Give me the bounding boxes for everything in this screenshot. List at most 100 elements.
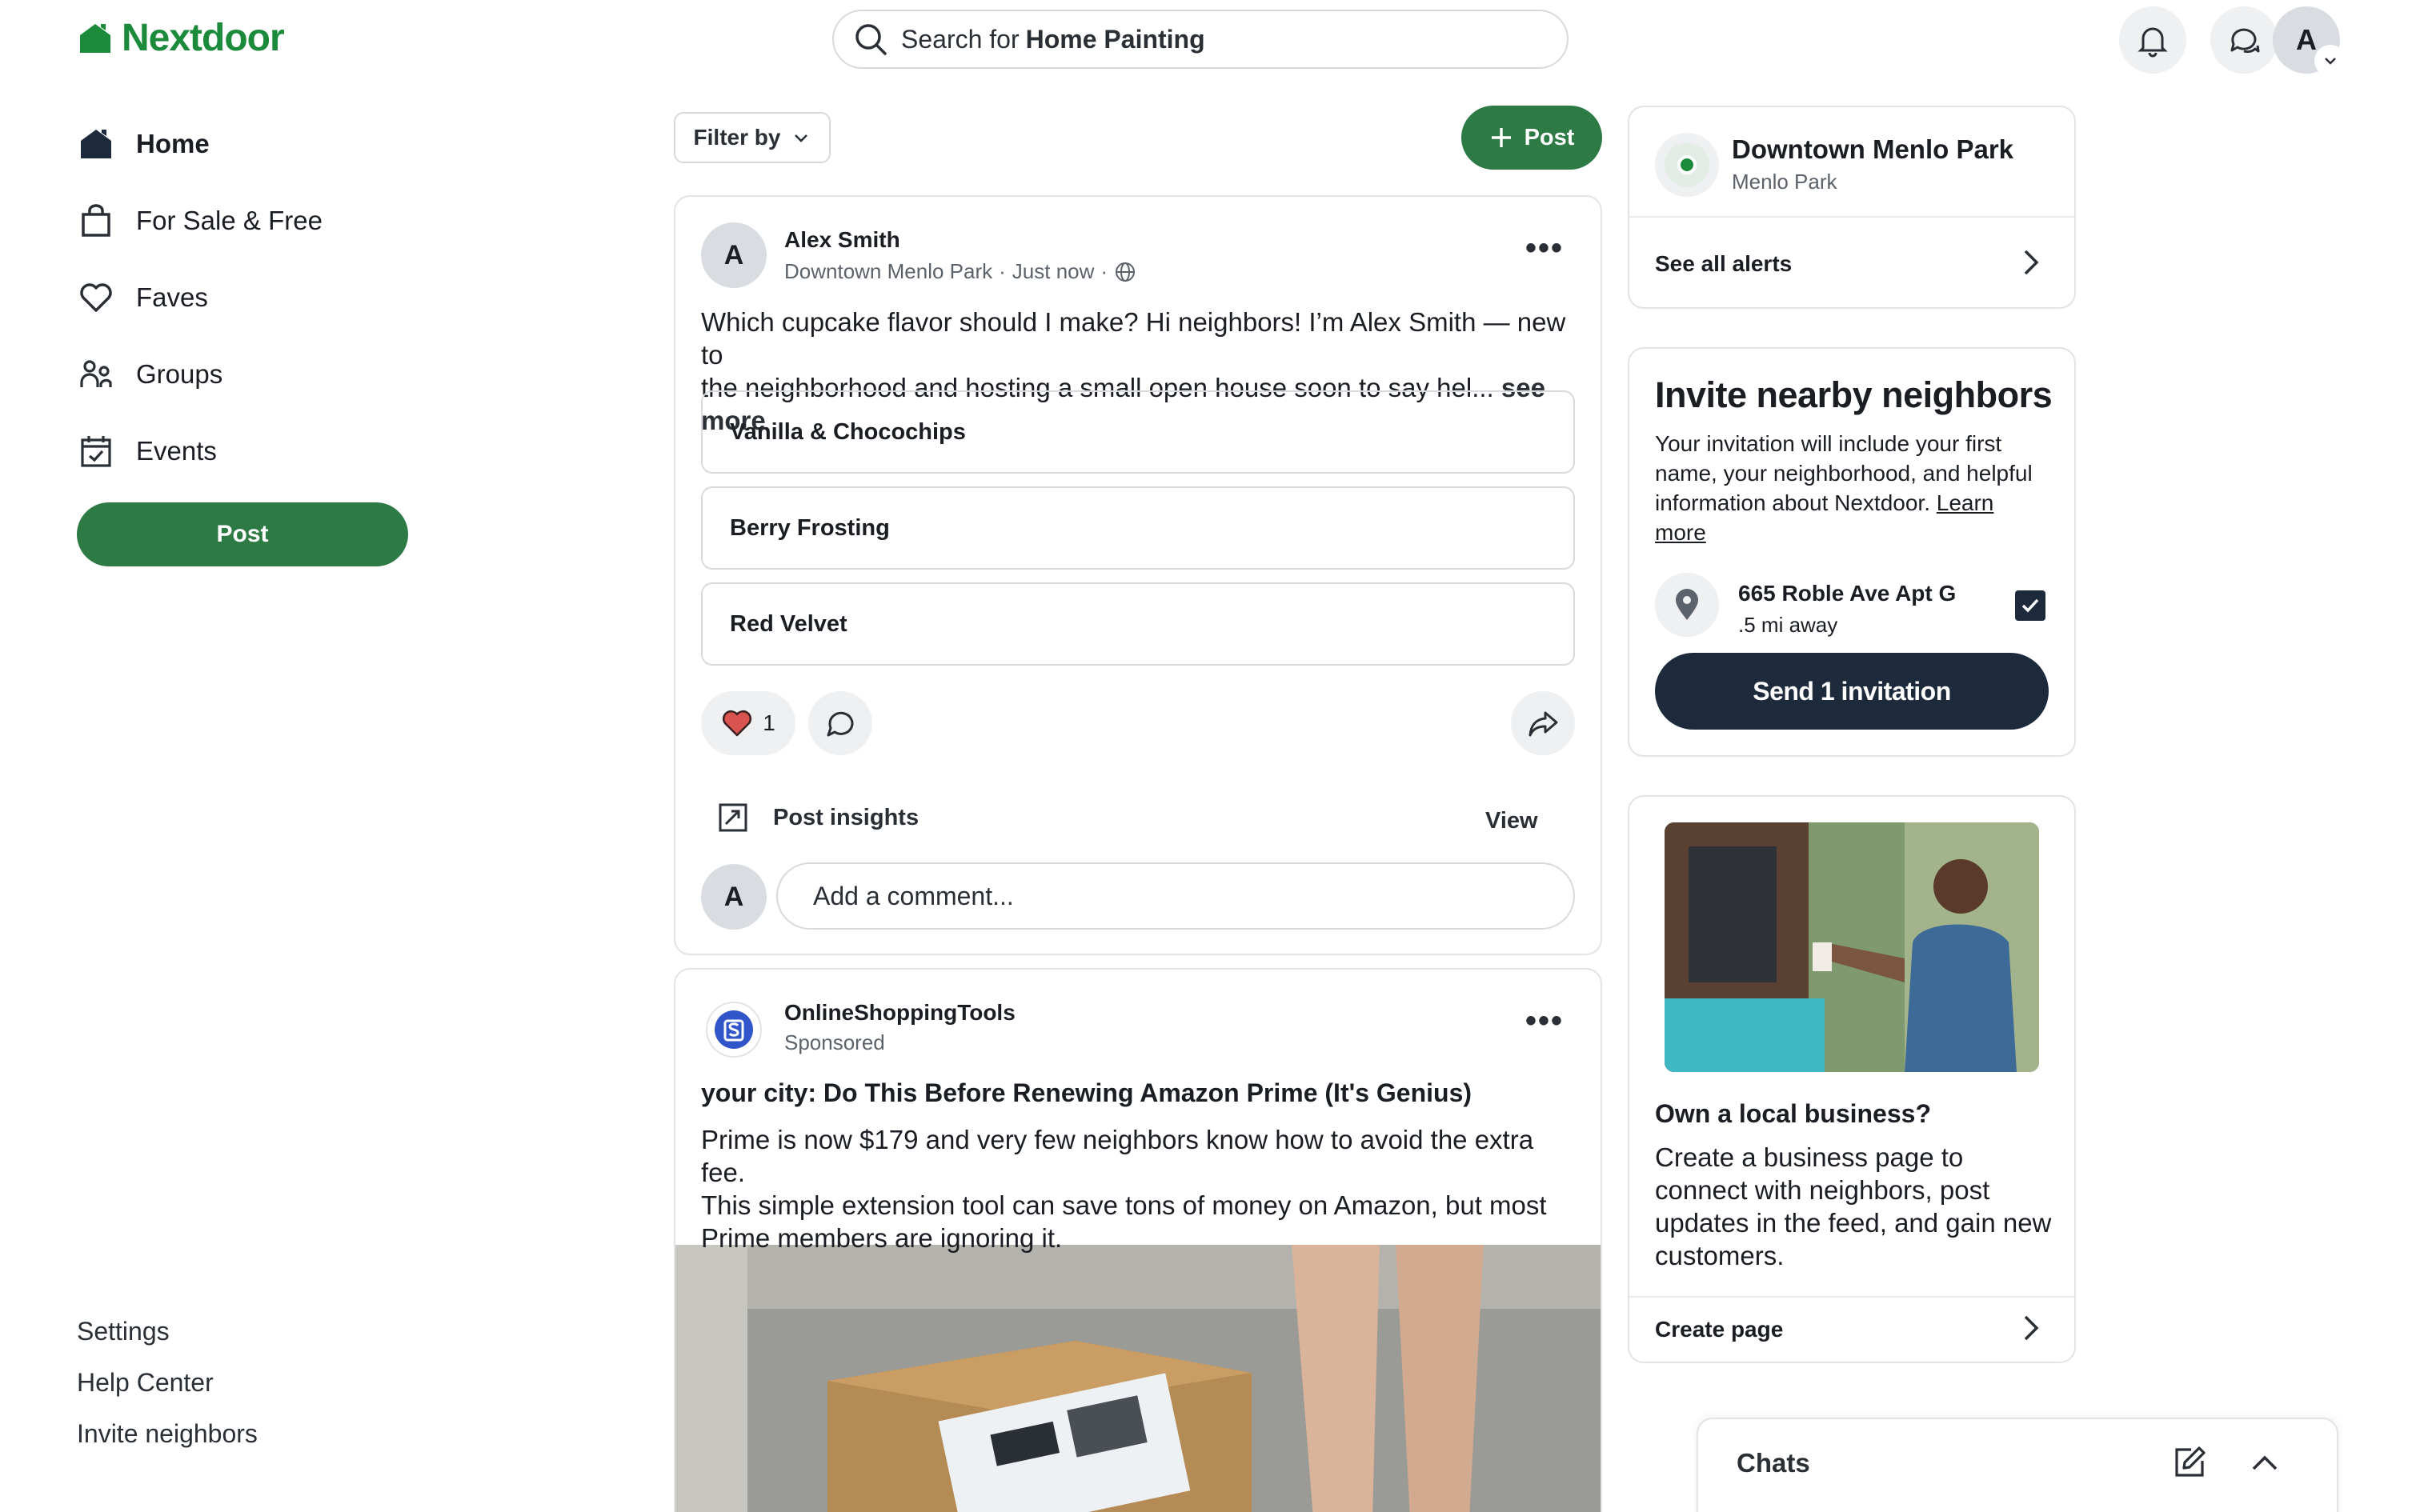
post-meta: Downtown Menlo Park · Just now · xyxy=(784,259,1136,284)
comment-avatar: A xyxy=(701,864,767,930)
search-icon xyxy=(853,22,888,57)
messages-button[interactable] xyxy=(2210,6,2278,74)
comment-input[interactable]: Add a comment... xyxy=(776,862,1575,930)
chevron-down-icon xyxy=(2322,53,2338,69)
location-map-icon xyxy=(1655,133,1719,197)
sponsored-label: Sponsored xyxy=(784,1030,885,1054)
poll-option[interactable]: Red Velvet xyxy=(701,582,1575,666)
help-center-link[interactable]: Help Center xyxy=(77,1368,214,1398)
more-horizontal-icon: ••• xyxy=(1525,1003,1565,1038)
chevron-right-icon[interactable] xyxy=(2018,246,2042,278)
sidebar-item-label: For Sale & Free xyxy=(136,206,323,235)
search-bar[interactable]: Search for Home Painting xyxy=(832,10,1569,69)
ad-image[interactable] xyxy=(675,1245,1601,1512)
post-label: Post xyxy=(1524,124,1575,150)
meta-separator: · xyxy=(1100,259,1108,283)
address-pin xyxy=(1655,573,1719,637)
neighbor-address: 665 Roble Ave Apt G xyxy=(1738,581,1957,606)
comment-icon xyxy=(823,706,857,740)
divider xyxy=(1629,1296,2074,1298)
heart-icon xyxy=(77,278,115,317)
avatar-initial: A xyxy=(723,881,744,912)
invite-checkbox[interactable] xyxy=(2015,590,2045,621)
meta-separator: · xyxy=(999,259,1006,283)
plus-icon xyxy=(1489,126,1513,150)
sidebar-item-label: Home xyxy=(136,129,210,158)
insights-label: Post insights xyxy=(773,804,920,830)
sidebar-post-button[interactable]: Post xyxy=(77,502,408,566)
heart-reaction-icon xyxy=(721,707,753,739)
share-button[interactable] xyxy=(1511,691,1575,755)
learn-more-link[interactable]: Learn xyxy=(1937,490,1994,515)
post-neighborhood[interactable]: Downtown Menlo Park xyxy=(784,259,992,284)
trending-chart-icon xyxy=(717,802,749,834)
poll-option[interactable]: Vanilla & Chocochips xyxy=(701,390,1575,474)
avatar-initial: A xyxy=(723,239,744,270)
see-all-alerts-link[interactable]: See all alerts xyxy=(1655,251,1792,277)
checkmark-icon xyxy=(2019,594,2041,617)
poll-option[interactable]: Berry Frosting xyxy=(701,486,1575,570)
ad-title[interactable]: your city: Do This Before Renewing Amazo… xyxy=(701,1078,1472,1108)
post-time: Just now xyxy=(1012,259,1095,283)
business-description: Create a business page to connect with n… xyxy=(1655,1142,2052,1270)
ad-body-line: Prime is now $179 and very few neighbors… xyxy=(701,1125,1534,1187)
sidebar-item-for-sale[interactable]: For Sale & Free xyxy=(77,197,323,245)
ad-body-line: Prime members are ignoring it. xyxy=(701,1223,1063,1253)
business-heading: Own a local business? xyxy=(1655,1099,1931,1128)
chats-label: Chats xyxy=(1737,1448,1810,1478)
map-pin-icon xyxy=(1673,588,1701,622)
ad-body-line: This simple extension tool can save tons… xyxy=(701,1190,1547,1220)
post-insights[interactable]: Post insights xyxy=(717,802,919,834)
feed-post-button[interactable]: Post xyxy=(1461,106,1602,170)
ad-body: Prime is now $179 and very few neighbors… xyxy=(701,1123,1581,1254)
calendar-icon xyxy=(77,432,115,470)
logo-text: Nextdoor xyxy=(122,17,285,59)
post-author-name[interactable]: Alex Smith xyxy=(784,227,900,253)
sidebar-item-faves[interactable]: Faves xyxy=(77,274,208,322)
sidebar-item-groups[interactable]: Groups xyxy=(77,350,222,398)
chevron-up-icon[interactable] xyxy=(2247,1445,2282,1480)
advertiser-logo[interactable] xyxy=(706,1002,762,1058)
search-prefix: Search for xyxy=(901,24,1020,54)
learn-more-link[interactable]: more xyxy=(1655,520,1706,545)
post-body-line: Which cupcake flavor should I make? Hi n… xyxy=(701,307,1566,370)
location-title[interactable]: Downtown Menlo Park xyxy=(1732,134,2013,165)
groups-icon xyxy=(77,355,115,394)
share-icon xyxy=(1526,706,1560,740)
post-author-avatar[interactable]: A xyxy=(701,222,767,288)
filter-by-dropdown[interactable]: Filter by xyxy=(674,112,831,163)
settings-link[interactable]: Settings xyxy=(77,1317,170,1346)
sidebar-item-events[interactable]: Events xyxy=(77,427,217,475)
compose-message-icon[interactable] xyxy=(2172,1445,2207,1480)
invite-neighbors-link[interactable]: Invite neighbors xyxy=(77,1419,258,1449)
advertiser-name[interactable]: OnlineShoppingTools xyxy=(784,1000,1016,1026)
divider xyxy=(1629,216,2074,218)
more-horizontal-icon: ••• xyxy=(1525,230,1565,266)
business-promo-image xyxy=(1665,822,2039,1072)
profile-menu-chevron[interactable] xyxy=(2316,46,2345,75)
reaction-count: 1 xyxy=(763,710,775,735)
globe-icon xyxy=(1114,261,1136,283)
reaction-button[interactable]: 1 xyxy=(701,691,795,755)
chat-bubbles-icon xyxy=(2226,22,2262,58)
invite-description: Your invitation will include your first … xyxy=(1655,431,2033,545)
create-page-link[interactable]: Create page xyxy=(1655,1317,1783,1342)
nextdoor-logo[interactable]: Nextdoor xyxy=(77,16,285,60)
comment-button[interactable] xyxy=(808,691,872,755)
notifications-button[interactable] xyxy=(2119,6,2186,74)
chevron-right-icon[interactable] xyxy=(2018,1312,2042,1344)
home-icon xyxy=(77,125,115,163)
view-insights-link[interactable]: View xyxy=(1485,808,1538,834)
send-invitation-button[interactable]: Send 1 invitation xyxy=(1655,653,2049,730)
ad-more-options[interactable]: ••• xyxy=(1525,1003,1564,1039)
bell-icon xyxy=(2135,22,2170,58)
neighbor-distance: .5 mi away xyxy=(1738,613,1838,637)
location-subtitle: Menlo Park xyxy=(1732,170,1837,194)
house-logo-icon xyxy=(77,21,114,56)
sidebar-item-label: Groups xyxy=(136,359,223,389)
shopping-bag-icon xyxy=(77,202,115,240)
sidebar-item-home[interactable]: Home xyxy=(77,120,210,168)
post-more-options[interactable]: ••• xyxy=(1525,230,1564,266)
filter-label: Filter by xyxy=(693,125,781,150)
avatar-initial: A xyxy=(2296,23,2317,56)
